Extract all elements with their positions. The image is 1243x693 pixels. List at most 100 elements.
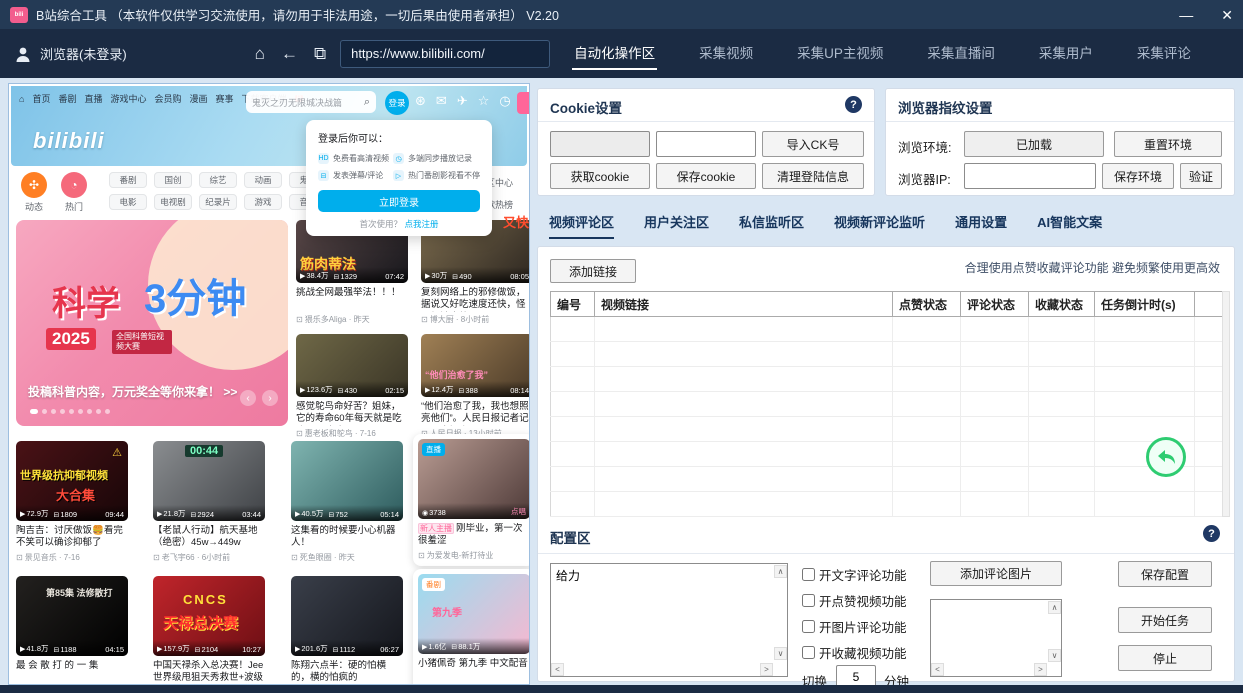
video-card[interactable]: ▶40.5万 ⊟752 05:14 这集看的时候要小心机器人！ ⊡ 死鱼眼圈 ·… — [291, 441, 403, 563]
carousel-next-icon[interactable]: › — [262, 390, 278, 406]
chip-variety[interactable]: 综艺 — [199, 172, 237, 188]
save-config-button[interactable]: 保存配置 — [1118, 561, 1212, 587]
bili-login-button[interactable]: 登录 — [385, 91, 409, 115]
home-icon[interactable]: ⌂ — [255, 44, 265, 64]
video-title[interactable]: 陈翔六点半：硬的怕横的，横的怕疯的 — [291, 660, 403, 685]
tab-video-comment[interactable]: 视频评论区 — [549, 212, 614, 239]
favorite-icon[interactable]: ☆ — [478, 93, 490, 109]
video-meta[interactable]: ⊡ 惠老板和鸵鸟 · 7-16 — [296, 428, 408, 439]
undo-arrow-icon[interactable] — [1146, 437, 1186, 477]
banner-caption[interactable]: 投稿科普内容，万元奖全等你来拿！ >> — [28, 383, 237, 400]
video-title[interactable]: 【老鼠人行动】航天基地（绝密）45w→449w — [153, 525, 265, 550]
video-card[interactable]: 直播 ◉3738 点唱 新人主播刚毕业，第一次很羞涩 ⊡ 为爱发电-新打待业 — [413, 434, 530, 566]
video-title[interactable]: 中国天禄杀入总决赛！Jee世界级甩狙天秀救世+波级战术配... — [153, 660, 265, 685]
video-thumbnail[interactable]: 直播 ◉3738 点唱 — [418, 439, 530, 519]
help-icon[interactable]: ? — [845, 96, 862, 113]
carousel-dots[interactable] — [30, 409, 110, 414]
scroll-up-icon[interactable]: ∧ — [1048, 601, 1061, 614]
scroll-up-icon[interactable]: ∧ — [774, 565, 787, 578]
checkbox-text-comment[interactable]: 开文字评论功能 — [802, 565, 907, 584]
bili-nav-home[interactable]: 首页 — [32, 92, 50, 105]
video-title[interactable]: 挑战全网最强举法！！！ — [296, 287, 408, 312]
history-icon[interactable]: ◷ — [499, 93, 510, 109]
hot-icon[interactable]: ◔ — [61, 172, 87, 198]
add-link-button[interactable]: 添加链接 — [550, 259, 636, 283]
video-title[interactable]: 陶吉吉：讨厌做饭🍔看完不笑可以确诊抑郁了 — [16, 525, 128, 550]
video-card[interactable]: 00:44 ▶21.8万 ⊟2924 03:44 【老鼠人行动】航天基地（绝密）… — [153, 441, 265, 563]
register-link[interactable]: 点我注册 — [404, 219, 438, 229]
table-row[interactable] — [551, 467, 1226, 492]
video-card[interactable]: 番剧 第九季 ▶1.6亿 ⊟88.1万 小猪佩奇 第九季 中文配音 ⊡ 哔哩哔哩… — [413, 569, 530, 685]
scroll-right-icon[interactable]: > — [1034, 663, 1047, 676]
stop-button[interactable]: 停止 — [1118, 645, 1212, 671]
video-title[interactable]: 小猪佩奇 第九季 中文配音 — [418, 658, 530, 683]
start-task-button[interactable]: 开始任务 — [1118, 607, 1212, 633]
bili-nav-game[interactable]: 游戏中心 — [110, 92, 146, 105]
video-meta[interactable]: ⊡ 景见音乐 · 7-16 — [16, 552, 128, 563]
bili-search-box[interactable]: 鬼灭之刃无限城决战篇 ⌕ — [246, 91, 376, 113]
scroll-down-icon[interactable]: ∨ — [774, 647, 787, 660]
table-row[interactable] — [551, 317, 1226, 342]
video-title[interactable]: 这集看的时候要小心机器人！ — [291, 525, 403, 550]
chip-tv[interactable]: 电视剧 — [154, 194, 192, 210]
video-thumbnail[interactable]: 第85集 法修散打 ▶41.8万 ⊟1188 04:15 — [16, 576, 128, 656]
video-thumbnail[interactable]: 番剧 第九季 ▶1.6亿 ⊟88.1万 — [418, 574, 530, 654]
video-thumbnail[interactable]: 00:44 ▶21.8万 ⊟2924 03:44 — [153, 441, 265, 521]
scroll-left-icon[interactable]: < — [551, 663, 564, 676]
video-thumbnail[interactable]: ▶201.6万 ⊟1112 06:27 — [291, 576, 403, 656]
table-row[interactable] — [551, 442, 1226, 467]
tab-ai-copywriting[interactable]: AI智能文案 — [1037, 212, 1102, 239]
video-thumbnail[interactable]: ▶40.5万 ⊟752 05:14 — [291, 441, 403, 521]
chip-anime[interactable]: 动画 — [244, 172, 282, 188]
video-meta[interactable]: ⊡ 死鱼眼圈 · 昨天 — [291, 552, 403, 563]
table-row[interactable] — [551, 367, 1226, 392]
get-cookie-button[interactable]: 获取cookie — [550, 163, 650, 189]
add-comment-image-button[interactable]: 添加评论图片 — [930, 561, 1062, 586]
table-scrollbar[interactable] — [1222, 291, 1230, 517]
tab-collect-live[interactable]: 采集直播间 — [925, 36, 997, 72]
search-icon[interactable]: ⌕ — [364, 96, 370, 109]
table-row[interactable] — [551, 492, 1226, 517]
tab-collect-up-video[interactable]: 采集UP主视频 — [795, 36, 885, 72]
bili-nav-live[interactable]: 直播 — [84, 92, 102, 105]
video-card[interactable]: ▶201.6万 ⊟1112 06:27 陈翔六点半：硬的怕横的，横的怕疯的 ⊡ … — [291, 576, 403, 685]
save-env-button[interactable]: 保存环境 — [1102, 163, 1174, 189]
chip-movie[interactable]: 电影 — [109, 194, 147, 210]
close-button[interactable]: ✕ — [1221, 8, 1233, 22]
save-cookie-button[interactable]: 保存cookie — [656, 163, 756, 189]
video-title[interactable]: 复刻网络上的邪修做饭，据说又好吃速度还快，怪不得被止统... — [421, 287, 530, 312]
dynamic-icon[interactable]: ✣ — [21, 172, 47, 198]
ck-value-field[interactable] — [656, 131, 756, 157]
login-now-button[interactable]: 立即登录 — [318, 190, 480, 212]
video-title[interactable]: “他们治愈了我，我也想照亮他们”。人民日报记者记录下李福贵... — [421, 401, 530, 426]
tab-user-follow[interactable]: 用户关注区 — [644, 212, 709, 239]
video-title[interactable]: 新人主播刚毕业，第一次很羞涩 — [418, 523, 530, 548]
video-thumbnail[interactable]: “他们治愈了我” ▶12.4万 ⊟388 08:14 — [421, 334, 530, 397]
table-row[interactable] — [551, 342, 1226, 367]
message-icon[interactable]: ✉ — [436, 93, 447, 109]
url-input[interactable]: https://www.bilibili.com/ — [340, 40, 550, 68]
video-thumbnail[interactable]: 世界级抗抑郁视频 大合集 ⚠ ▶72.9万 ⊟1809 09:44 — [16, 441, 128, 521]
import-ck-button[interactable]: 导入CK号 — [762, 131, 864, 157]
checkbox-fav-video[interactable]: 开收藏视频功能 — [802, 643, 907, 662]
copy-pages-icon[interactable]: ⧉ — [314, 44, 326, 64]
video-meta[interactable]: ⊡ 猥乐多Aliga · 昨天 — [296, 314, 408, 325]
video-thumbnail[interactable]: CNCS 天禄总决赛 ▶157.9万 ⊟2104 10:27 — [153, 576, 265, 656]
chip-game[interactable]: 游戏 — [244, 194, 282, 210]
video-meta[interactable]: ⊡ 博大厨 · 8小时前 — [421, 314, 530, 325]
chip-documentary[interactable]: 纪录片 — [199, 194, 237, 210]
checkbox-image-comment[interactable]: 开图片评论功能 — [802, 617, 907, 636]
image-comment-checkbox[interactable] — [802, 620, 815, 633]
scroll-down-icon[interactable]: ∨ — [1048, 649, 1061, 662]
scroll-left-icon[interactable]: < — [931, 663, 944, 676]
reset-env-button[interactable]: 重置环境 — [1114, 131, 1222, 157]
tab-automation[interactable]: 自动化操作区 — [572, 36, 657, 72]
tab-collect-user[interactable]: 采集用户 — [1037, 36, 1095, 72]
video-thumbnail[interactable]: ▶123.6万 ⊟430 02:15 — [296, 334, 408, 397]
scroll-right-icon[interactable]: > — [760, 663, 773, 676]
minimize-button[interactable]: — — [1179, 8, 1193, 22]
tab-general-settings[interactable]: 通用设置 — [955, 212, 1007, 239]
bili-nav-mall[interactable]: 会员购 — [155, 92, 182, 105]
member-icon[interactable]: ⊛ — [415, 93, 426, 109]
checkbox-like-video[interactable]: 开点赞视频功能 — [802, 591, 907, 610]
